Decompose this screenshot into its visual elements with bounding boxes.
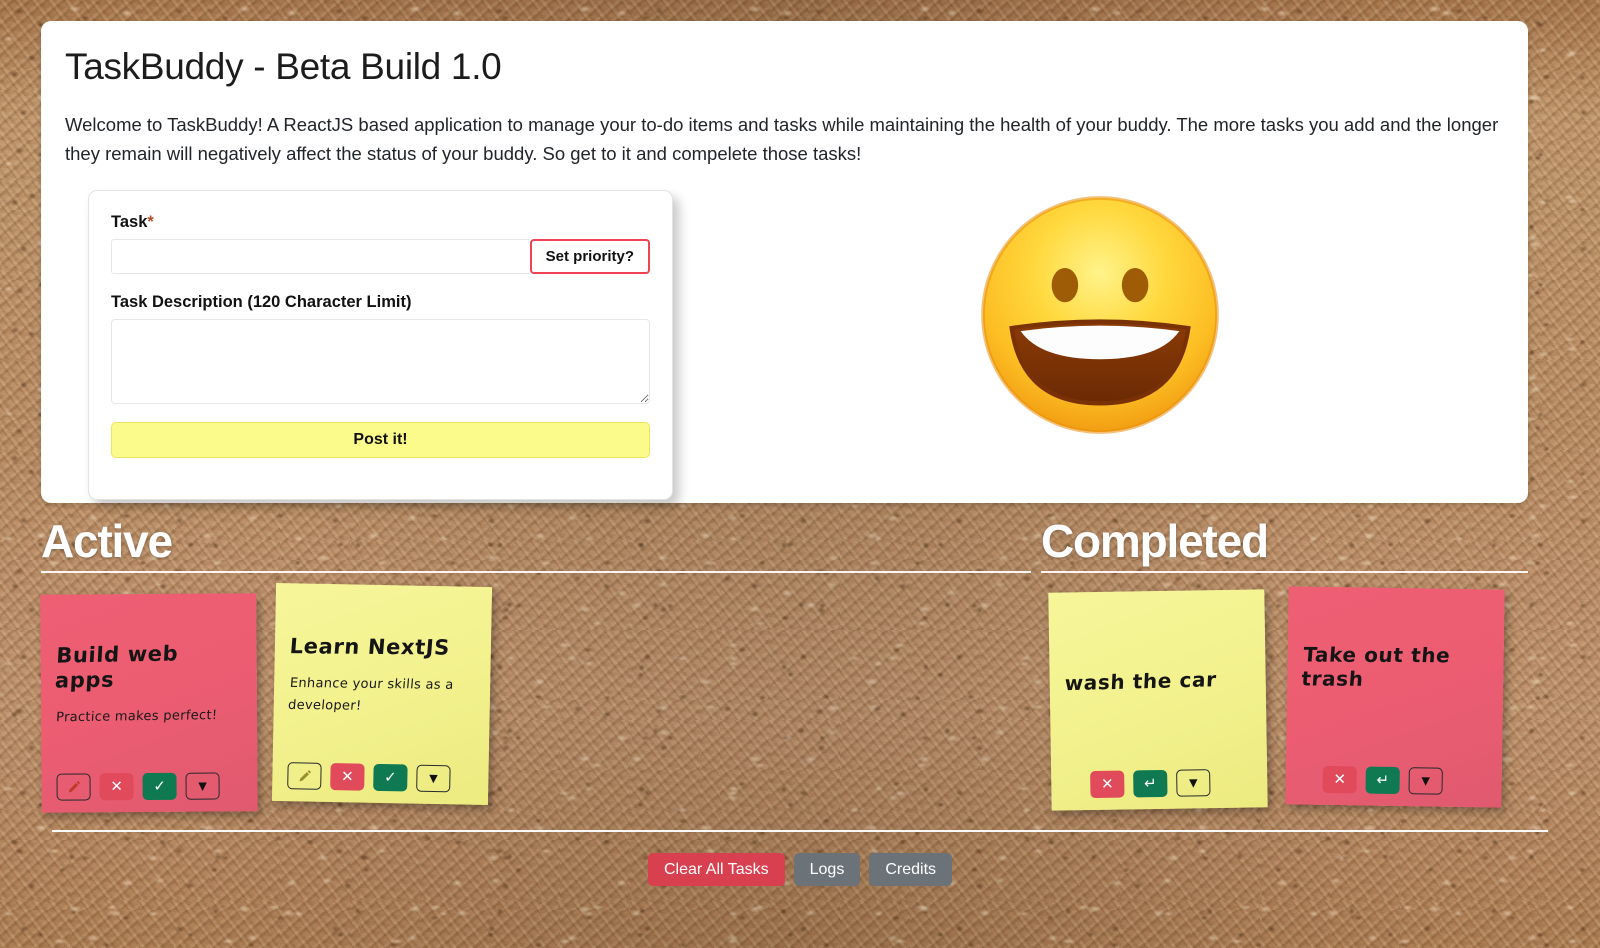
logs-button[interactable]: Logs — [793, 853, 861, 886]
note-actions: ✕ ↵ ▼ — [1090, 769, 1211, 799]
task-description-input[interactable] — [111, 319, 650, 405]
undo-arrow-icon[interactable]: ↵ — [1133, 770, 1168, 798]
note-body: wash the car — [1064, 606, 1252, 759]
close-icon[interactable]: ✕ — [1322, 766, 1357, 794]
intro-panel: TaskBuddy - Beta Build 1.0 Welcome to Ta… — [41, 21, 1528, 503]
check-icon[interactable]: ✓ — [142, 773, 177, 801]
task-label: Task* — [111, 213, 650, 232]
pencil-icon[interactable] — [56, 773, 91, 801]
footer-divider — [52, 830, 1548, 832]
page-title: TaskBuddy - Beta Build 1.0 — [65, 46, 502, 87]
clear-all-tasks-button[interactable]: Clear All Tasks — [647, 853, 785, 886]
undo-arrow-icon[interactable]: ↵ — [1365, 766, 1400, 795]
note-body: Build web apps Practice makes perfect! — [54, 610, 242, 761]
chevron-down-icon[interactable]: ▼ — [1408, 767, 1443, 796]
taskbuddy-page: TaskBuddy - Beta Build 1.0 Welcome to Ta… — [0, 0, 1600, 948]
column-active: Active Build web apps Practice makes per… — [40, 515, 1031, 825]
note-title: Take out the trash — [1300, 642, 1452, 691]
task-description-label: Task Description (120 Character Limit) — [111, 293, 412, 312]
note-description: Practice makes perfect! — [55, 707, 218, 726]
chevron-down-icon[interactable]: ▼ — [185, 772, 220, 801]
task-input-row: Set priority? — [111, 239, 650, 275]
close-icon[interactable]: ✕ — [1090, 770, 1125, 799]
task-note[interactable]: Build web apps Practice makes perfect! ✕… — [40, 593, 258, 814]
close-icon[interactable]: ✕ — [330, 763, 365, 791]
task-label-text: Task — [111, 213, 148, 232]
note-title: Build web apps — [54, 641, 179, 693]
pencil-icon[interactable] — [287, 762, 322, 791]
column-completed: Completed wash the car ✕ ↵ ▼ Take out th… — [1041, 517, 1528, 825]
task-note[interactable]: wash the car ✕ ↵ ▼ — [1048, 589, 1268, 811]
task-input[interactable] — [111, 239, 530, 275]
intro-text: Welcome to TaskBuddy! A ReactJS based ap… — [65, 113, 1499, 164]
note-title: Learn NextJS — [288, 634, 451, 660]
new-task-form: Task* Set priority? Task Description (12… — [88, 190, 673, 501]
chevron-down-icon[interactable]: ▼ — [1176, 769, 1211, 798]
task-note[interactable]: Take out the trash ✕ ↵ ▼ — [1285, 586, 1505, 808]
active-notes-list: Build web apps Practice makes perfect! ✕… — [40, 583, 1031, 825]
note-description: Enhance your skills as a developer! — [287, 675, 455, 715]
required-marker: * — [147, 213, 154, 232]
column-active-divider — [41, 571, 1031, 574]
column-completed-heading: Completed — [1041, 515, 1269, 567]
completed-notes-list: wash the car ✕ ↵ ▼ Take out the trash ✕ … — [1041, 586, 1528, 825]
note-actions: ✕ ✓ ▼ — [287, 762, 451, 793]
note-title: wash the car — [1064, 667, 1218, 696]
credits-button[interactable]: Credits — [869, 853, 953, 886]
close-icon[interactable]: ✕ — [99, 773, 134, 801]
check-icon[interactable]: ✓ — [373, 764, 408, 792]
grinning-face-emoji — [970, 185, 1230, 445]
task-note[interactable]: Learn NextJS Enhance your skills as a de… — [271, 583, 493, 806]
column-completed-divider — [1041, 571, 1528, 574]
footer-actions: Clear All Tasks Logs Credits — [0, 853, 1600, 886]
chevron-down-icon[interactable]: ▼ — [416, 764, 451, 793]
column-active-heading: Active — [41, 515, 173, 567]
note-actions: ✕ ✓ ▼ — [56, 772, 220, 801]
note-actions: ✕ ↵ ▼ — [1322, 766, 1443, 796]
post-it-button[interactable]: Post it! — [111, 422, 650, 459]
set-priority-button[interactable]: Set priority? — [529, 239, 650, 275]
